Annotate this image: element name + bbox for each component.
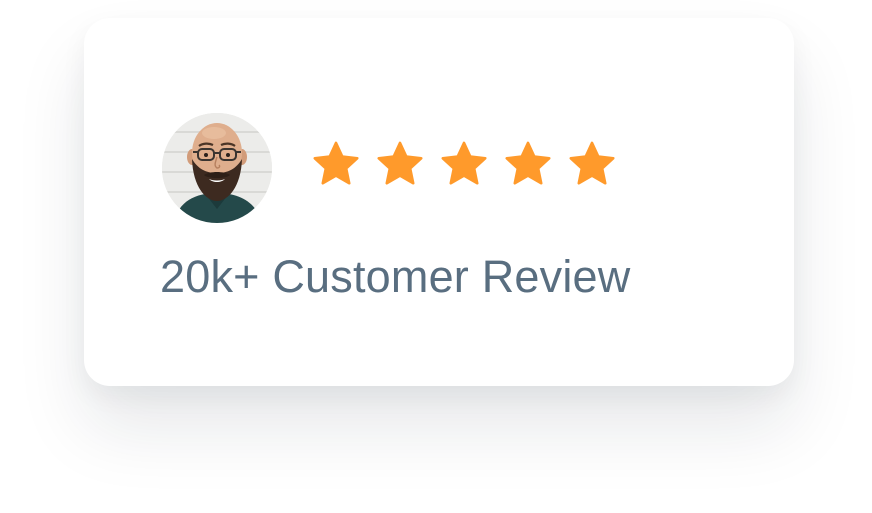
review-count-headline: 20k+ Customer Review	[160, 251, 631, 302]
review-card: 20k+ Customer Review	[84, 18, 794, 386]
review-widget: 20k+ Customer Review	[0, 0, 872, 513]
customer-avatar	[162, 113, 272, 223]
star-icon	[502, 139, 554, 191]
avatar-portrait-icon	[162, 113, 272, 223]
star-icon	[374, 139, 426, 191]
star-icon	[310, 139, 362, 191]
star-rating	[310, 138, 618, 192]
star-icon	[566, 139, 618, 191]
star-icon	[438, 139, 490, 191]
